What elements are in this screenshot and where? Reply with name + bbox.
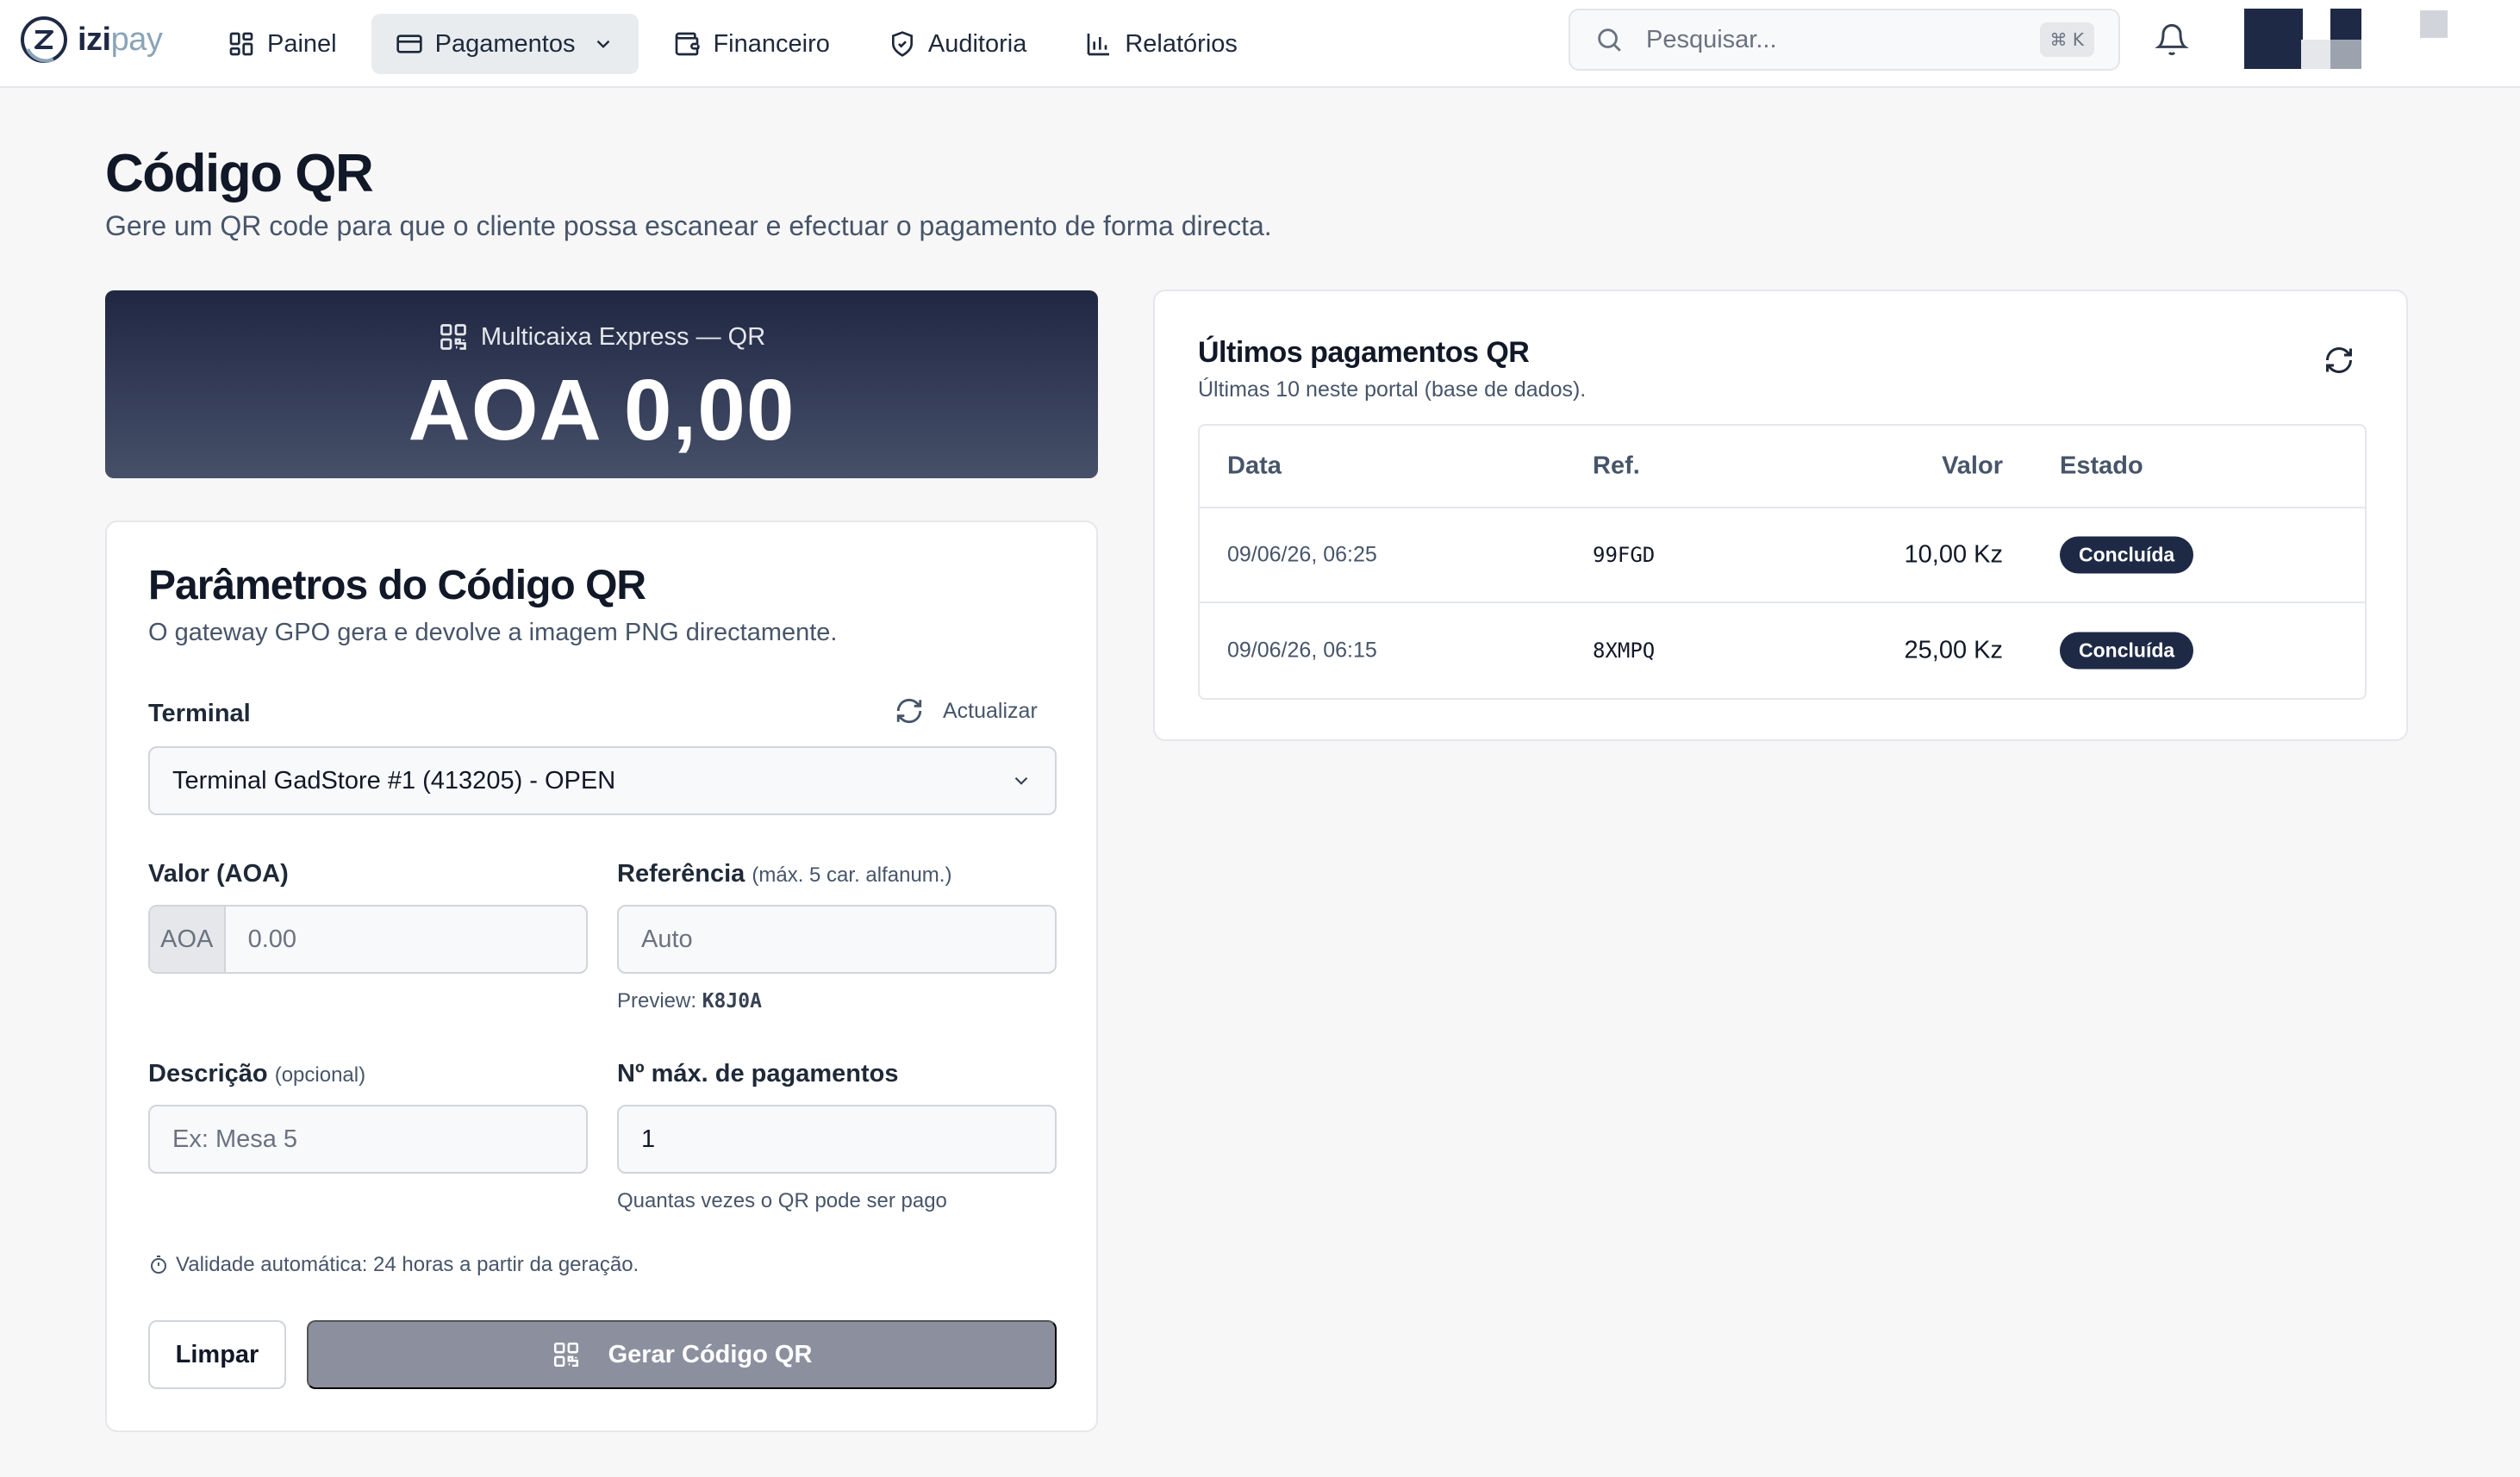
card-subtitle: O gateway GPO gera e devolve a imagem PN… (148, 619, 838, 646)
row-ref: 8XMPQ (1593, 639, 1656, 663)
user-avatar-pattern (2301, 9, 2361, 69)
recent-qr-payments-card: Últimos pagamentos QR Últimas 10 neste p… (1153, 290, 2408, 741)
nav-item-pagamentos[interactable]: Pagamentos (371, 14, 639, 74)
amount-label: Valor (AOA) (148, 860, 289, 888)
max-payments-field[interactable] (617, 1105, 1057, 1174)
description-field[interactable] (148, 1105, 588, 1174)
status-badge: Concluída (2060, 632, 2194, 670)
row-value: 25,00 Kz (1904, 636, 2003, 664)
nav-item-label: Financeiro (713, 29, 830, 58)
description-input[interactable] (150, 1106, 586, 1172)
reference-label: Referência (máx. 5 car. alfanum.) (617, 860, 951, 888)
credit-card-icon (396, 34, 422, 53)
description-label: Descrição (opcional) (148, 1060, 365, 1088)
reference-input[interactable] (619, 907, 1055, 972)
shield-icon (891, 31, 913, 57)
banner-label: Multicaixa Express — QR (105, 321, 1098, 352)
row-value: 10,00 Kz (1904, 540, 2003, 569)
qr-parameters-card: Parâmetros do Código QR O gateway GPO ge… (105, 520, 1098, 1432)
table-row[interactable]: 09/06/26, 06:25 99FGD 10,00 Kz Concluída (1200, 508, 2365, 603)
banner-label-text: Multicaixa Express — QR (480, 322, 766, 351)
clear-button[interactable]: Limpar (148, 1320, 286, 1389)
reference-label-text: Referência (617, 860, 745, 888)
column-header-ref: Ref. (1593, 452, 1640, 480)
row-status: Concluída (2060, 536, 2194, 574)
main-nav: Painel Pagamentos Financeiro Auditoria R… (203, 0, 1262, 88)
preview-value: K8J0A (702, 990, 762, 1013)
top-navigation-bar: izipay Painel Pagamentos Financeiro Audi… (0, 0, 2520, 88)
nav-item-relatorios[interactable]: Relatórios (1061, 14, 1262, 74)
nav-item-label: Pagamentos (434, 29, 576, 58)
terminal-selected-value: Terminal GadStore #1 (413205) - OPEN (172, 766, 616, 795)
reference-field[interactable] (617, 905, 1057, 974)
row-ref: 99FGD (1593, 543, 1656, 567)
chevron-down-icon (1014, 776, 1028, 785)
table-header-row: Data Ref. Valor Estado (1200, 426, 2365, 508)
recent-subtitle: Últimas 10 neste portal (base de dados). (1198, 377, 1587, 402)
amount-input[interactable] (225, 907, 586, 972)
currency-prefix: AOA (150, 907, 226, 972)
search-shortcut-hint: ⌘ K (2039, 22, 2094, 57)
nav-item-label: Relatórios (1125, 29, 1238, 58)
table-row[interactable]: 09/06/26, 06:15 8XMPQ 25,00 Kz Concluída (1200, 603, 2365, 698)
amount-banner: Multicaixa Express — QR AOA 0,00 (105, 290, 1098, 478)
global-search[interactable]: ⌘ K (1569, 9, 2120, 71)
row-date: 09/06/26, 06:25 (1227, 542, 1377, 567)
column-header-value: Valor (1942, 452, 2003, 480)
dashboard-icon (229, 32, 253, 56)
reference-preview: Preview: K8J0A (617, 989, 762, 1013)
notifications-bell-icon[interactable] (2155, 22, 2189, 57)
nav-item-painel[interactable]: Painel (203, 14, 361, 74)
preview-label: Preview: (617, 989, 697, 1013)
row-date: 09/06/26, 06:15 (1227, 638, 1377, 663)
account-menu-icon[interactable] (2420, 10, 2448, 38)
generate-button-label: Gerar Código QR (608, 1340, 813, 1368)
max-payments-label: Nº máx. de pagamentos (617, 1060, 899, 1087)
validity-note: Validade automática: 24 horas a partir d… (148, 1253, 639, 1277)
validity-text: Validade automática: 24 horas a partir d… (176, 1253, 639, 1276)
amount-display: AOA 0,00 (408, 362, 795, 458)
description-label-text: Descrição (148, 1060, 268, 1087)
terminal-select[interactable]: Terminal GadStore #1 (413205) - OPEN (148, 746, 1057, 815)
qr-code-icon (553, 1342, 578, 1368)
reference-hint: (máx. 5 car. alfanum.) (752, 863, 952, 887)
terminal-label: Terminal (148, 700, 251, 727)
row-status: Concluída (2060, 632, 2194, 670)
nav-item-financeiro[interactable]: Financeiro (649, 14, 853, 74)
refresh-terminals-button[interactable]: Actualizar (895, 696, 1038, 726)
column-header-status: Estado (2060, 452, 2143, 480)
logo-wordmark: izipay (78, 21, 163, 58)
card-title: Parâmetros do Código QR (148, 563, 646, 608)
refresh-icon (896, 698, 922, 724)
nav-item-label: Auditoria (927, 29, 1027, 58)
page-subtitle: Gere um QR code para que o cliente possa… (105, 210, 1272, 241)
max-payments-help: Quantas vezes o QR pode ser pago (617, 1189, 947, 1212)
search-icon (1598, 28, 1621, 52)
nav-item-label: Painel (267, 29, 337, 58)
wallet-icon (676, 32, 701, 56)
bar-chart-icon (1087, 34, 1110, 56)
description-hint: (opcional) (274, 1063, 366, 1087)
max-payments-input[interactable] (619, 1106, 1055, 1172)
column-header-date: Data (1227, 452, 1282, 480)
generate-qr-button[interactable]: Gerar Código QR (307, 1320, 1057, 1389)
chevron-down-icon (597, 40, 610, 48)
status-badge: Concluída (2060, 536, 2194, 574)
timer-icon (151, 1256, 166, 1274)
refresh-icon[interactable] (2324, 345, 2355, 376)
refresh-label: Actualizar (943, 698, 1038, 723)
search-input[interactable] (1646, 25, 2040, 54)
payments-table: Data Ref. Valor Estado 09/06/26, 06:25 9… (1198, 424, 2367, 700)
logo-icon (21, 16, 67, 63)
page-title: Código QR (105, 144, 374, 203)
app-logo[interactable]: izipay (19, 14, 163, 65)
nav-item-auditoria[interactable]: Auditoria (864, 14, 1051, 74)
amount-field[interactable]: AOA (148, 905, 588, 974)
recent-title: Últimos pagamentos QR (1198, 336, 1530, 369)
qr-code-icon (440, 324, 466, 350)
